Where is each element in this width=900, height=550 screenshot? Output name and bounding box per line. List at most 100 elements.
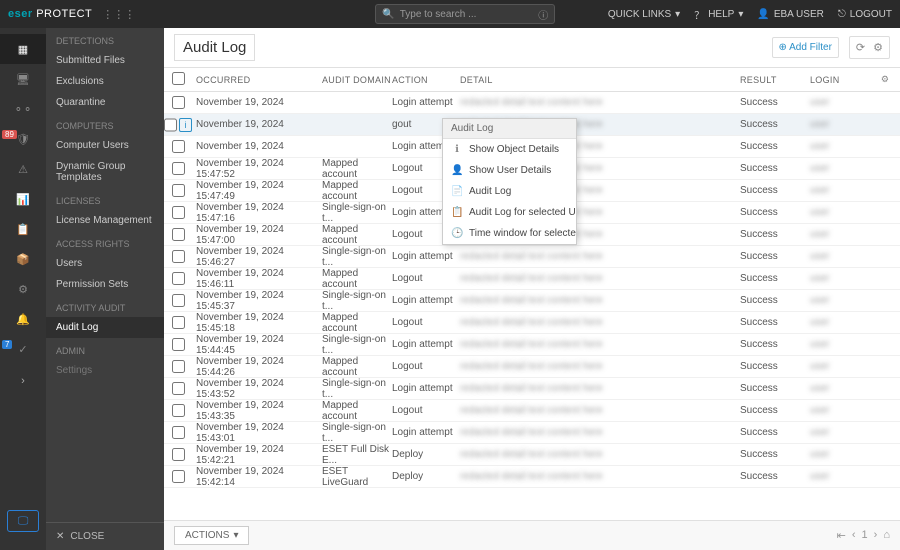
table-row[interactable]: November 19, 2024 15:43:52Single-sign-on… xyxy=(164,378,900,400)
rail-expand[interactable]: › xyxy=(0,366,46,396)
row-checkbox[interactable] xyxy=(172,294,185,307)
cell-domain: Mapped account xyxy=(322,356,392,378)
search-input[interactable]: 🔍 Type to search ... ⓘ xyxy=(375,4,555,24)
table-row[interactable]: November 19, 2024 15:43:01Single-sign-on… xyxy=(164,422,900,444)
cell-occurred: November 19, 2024 15:47:52 xyxy=(192,158,322,180)
row-checkbox[interactable] xyxy=(172,338,185,351)
rail-policies[interactable]: ⚙ xyxy=(0,274,46,304)
context-menu-item[interactable]: ℹShow Object Details xyxy=(443,139,576,160)
gear-icon[interactable]: ⚙ xyxy=(873,41,883,54)
row-checkbox[interactable] xyxy=(172,426,185,439)
rail-notifications[interactable]: 🔔 xyxy=(0,304,46,334)
table-row[interactable]: November 19, 2024 15:44:45Single-sign-on… xyxy=(164,334,900,356)
cell-login: user xyxy=(810,361,870,372)
sidebar-item[interactable]: Computer Users xyxy=(46,135,164,156)
select-all-checkbox[interactable] xyxy=(172,72,185,85)
quicklinks-menu[interactable]: QUICK LINKS ▾ xyxy=(608,7,680,22)
add-filter-button[interactable]: ⊕ Add Filter xyxy=(772,37,839,58)
table-row[interactable]: November 19, 2024 15:45:18Mapped account… xyxy=(164,312,900,334)
cell-domain: ESET Full Disk E... xyxy=(322,444,392,466)
rail-alerts[interactable]: ⚠ xyxy=(0,154,46,184)
row-checkbox[interactable] xyxy=(172,228,185,241)
rail-tasks[interactable]: 📋 xyxy=(0,214,46,244)
row-checkbox[interactable] xyxy=(172,448,185,461)
menu-item-icon: 👤 xyxy=(451,165,463,176)
rail-dashboard[interactable]: ▦ xyxy=(0,34,46,64)
rail-bottom-button[interactable]: 🖵 xyxy=(7,510,39,532)
cell-occurred: November 19, 2024 15:43:01 xyxy=(192,422,322,444)
table-row[interactable]: November 19, 2024 15:43:35Mapped account… xyxy=(164,400,900,422)
table-row[interactable]: November 19, 2024 15:42:14ESET LiveGuard… xyxy=(164,466,900,488)
row-checkbox[interactable] xyxy=(172,184,185,197)
col-occurred[interactable]: OCCURRED xyxy=(192,75,322,85)
col-settings-icon[interactable]: ⚙ xyxy=(870,74,900,85)
col-detail[interactable]: DETAIL xyxy=(460,75,740,85)
row-checkbox[interactable] xyxy=(172,162,185,175)
table-row[interactable]: November 19, 2024Login attemptredacted d… xyxy=(164,92,900,114)
logout-link[interactable]: ⎋LOGOUT xyxy=(838,7,892,22)
page-prev-icon[interactable]: ‹ xyxy=(852,529,856,542)
rail-status[interactable]: 7✓ xyxy=(0,334,46,364)
row-checkbox[interactable] xyxy=(172,140,185,153)
page-next-icon[interactable]: › xyxy=(874,529,878,542)
rail-reports[interactable]: 📊 xyxy=(0,184,46,214)
col-action[interactable]: ACTION xyxy=(392,75,460,85)
col-login[interactable]: LOGIN xyxy=(810,75,870,85)
cell-occurred: November 19, 2024 15:46:27 xyxy=(192,246,322,268)
sidebar-item[interactable]: Quarantine xyxy=(46,92,164,113)
table-row[interactable]: November 19, 2024 15:45:37Single-sign-on… xyxy=(164,290,900,312)
cell-login: user xyxy=(810,273,870,284)
context-menu-item[interactable]: 📋Audit Log for selected User xyxy=(443,202,576,223)
cell-login: user xyxy=(810,471,870,482)
sidebar-item[interactable]: Permission Sets xyxy=(46,274,164,295)
cell-login: user xyxy=(810,427,870,438)
sidebar-item[interactable]: Exclusions xyxy=(46,71,164,92)
row-checkbox[interactable] xyxy=(172,206,185,219)
apps-icon[interactable]: ⋮⋮⋮ xyxy=(102,8,135,21)
context-menu-item[interactable]: 📄Audit Log xyxy=(443,181,576,202)
col-result[interactable]: RESULT xyxy=(740,75,810,85)
row-checkbox[interactable] xyxy=(172,382,185,395)
badge-status: 7 xyxy=(2,340,12,349)
sidebar-item[interactable]: Settings xyxy=(46,360,164,381)
row-checkbox[interactable] xyxy=(172,96,185,109)
row-checkbox[interactable] xyxy=(172,250,185,263)
rail-detections[interactable]: 89🛡 xyxy=(0,124,46,154)
user-menu[interactable]: 👤EBA USER xyxy=(757,7,823,22)
table-row[interactable]: November 19, 2024 15:44:26Mapped account… xyxy=(164,356,900,378)
cell-result: Success xyxy=(740,251,810,262)
row-checkbox[interactable] xyxy=(172,272,185,285)
table-row[interactable]: November 19, 2024 15:46:11Mapped account… xyxy=(164,268,900,290)
cell-detail: redacted detail text content here xyxy=(460,273,740,284)
table-row[interactable]: November 19, 2024 15:42:21ESET Full Disk… xyxy=(164,444,900,466)
page-first-icon[interactable]: ⇤ xyxy=(837,529,846,542)
rail-computers[interactable]: 🖥 xyxy=(0,64,46,94)
refresh-icon[interactable]: ⟳ xyxy=(856,41,865,54)
search-placeholder: Type to search ... xyxy=(400,9,539,20)
help-circle-icon[interactable]: ⓘ xyxy=(538,7,548,22)
logout-icon: ⎋ xyxy=(838,9,846,20)
rail-network[interactable]: ⚬⚬ xyxy=(0,94,46,124)
context-menu-item[interactable]: 🕒Time window for selected object xyxy=(443,223,576,244)
table-row[interactable]: November 19, 2024 15:46:27Single-sign-on… xyxy=(164,246,900,268)
sidebar-item[interactable]: Dynamic Group Templates xyxy=(46,156,164,188)
rail-install[interactable]: 📦 xyxy=(0,244,46,274)
cell-login: user xyxy=(810,405,870,416)
row-checkbox[interactable] xyxy=(164,118,177,132)
page-export-icon[interactable]: ⌂ xyxy=(883,529,890,542)
sidebar-item[interactable]: Submitted Files xyxy=(46,50,164,71)
cell-action: Deploy xyxy=(392,449,460,460)
sidebar-item[interactable]: Audit Log xyxy=(46,317,164,338)
row-checkbox[interactable] xyxy=(172,470,185,483)
actions-button[interactable]: ACTIONS ▾ xyxy=(174,526,249,545)
sidebar-close[interactable]: ✕CLOSE xyxy=(46,522,164,550)
context-menu-item[interactable]: 👤Show User Details xyxy=(443,160,576,181)
sidebar-item[interactable]: Users xyxy=(46,253,164,274)
row-checkbox[interactable] xyxy=(172,360,185,373)
info-icon[interactable]: i xyxy=(179,118,192,132)
col-domain[interactable]: AUDIT DOMAIN xyxy=(322,75,392,85)
row-checkbox[interactable] xyxy=(172,404,185,417)
help-menu[interactable]: ？HELP ▾ xyxy=(694,7,743,22)
row-checkbox[interactable] xyxy=(172,316,185,329)
sidebar-item[interactable]: License Management xyxy=(46,210,164,231)
